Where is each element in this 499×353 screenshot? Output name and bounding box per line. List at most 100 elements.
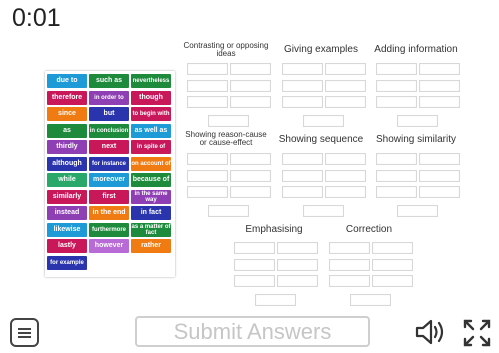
drop-slot[interactable] [397,114,438,127]
sound-icon[interactable] [414,318,446,346]
drop-slot[interactable] [419,186,460,198]
drop-slot[interactable] [208,204,249,217]
word-tile[interactable]: on account of [131,156,171,171]
word-tile[interactable]: likewise [47,222,87,237]
drop-slot[interactable] [325,169,366,182]
word-tile[interactable]: in the end [89,206,129,220]
drop-slot[interactable] [277,242,318,254]
word-tile[interactable]: similarly [47,189,87,204]
drop-slot[interactable] [376,153,417,165]
word-tile[interactable]: for instance [89,156,129,171]
drop-slot[interactable] [419,96,460,108]
drop-slot[interactable] [187,186,228,198]
word-tile[interactable]: for example [47,255,87,270]
menu-button[interactable] [10,318,39,347]
word-tile[interactable]: therefore [47,90,87,105]
drop-slot[interactable] [208,114,249,127]
drop-slot[interactable] [187,79,228,92]
word-tile[interactable]: although [47,156,87,171]
drop-slot[interactable] [282,63,323,75]
drop-slot[interactable] [325,153,366,165]
drop-slot[interactable] [325,63,366,75]
drop-slot[interactable] [325,186,366,198]
drop-slot[interactable] [187,96,228,108]
word-tile[interactable]: thirdly [47,140,87,154]
drop-slot[interactable] [325,96,366,108]
drop-slot[interactable] [187,153,228,165]
word-tile[interactable]: next [89,140,129,154]
drop-slot[interactable] [187,63,228,75]
drop-slot[interactable] [277,275,318,287]
word-tile[interactable]: first [89,189,129,204]
drop-slot[interactable] [282,96,323,108]
word-tile[interactable]: in fact [131,206,171,220]
word-tile[interactable]: in order to [89,90,129,105]
drop-slot[interactable] [419,79,460,92]
word-tile[interactable]: because of [131,173,171,187]
drop-slot[interactable] [329,242,370,254]
menu-icon-line [18,332,31,334]
drop-slot[interactable] [376,79,417,92]
word-tile[interactable]: but [89,107,129,121]
drop-slot[interactable] [303,204,344,217]
drop-slot[interactable] [187,169,228,182]
drop-slot[interactable] [376,186,417,198]
word-tile[interactable]: such as [89,74,129,88]
drop-slot[interactable] [234,275,275,287]
drop-slot[interactable] [329,258,370,271]
fullscreen-icon[interactable] [462,318,492,348]
category-title: Adding information [374,44,458,55]
drop-slot[interactable] [282,153,323,165]
drop-slot[interactable] [329,275,370,287]
word-tile[interactable]: to begin with [131,107,171,121]
drop-slot[interactable] [397,204,438,217]
word-tile[interactable]: moreover [89,173,129,187]
drop-slot[interactable] [230,186,271,198]
word-tile[interactable]: as [47,123,87,138]
drop-slot[interactable] [376,96,417,108]
word-tile[interactable]: however [89,239,129,253]
drop-slot[interactable] [277,258,318,271]
drop-slot[interactable] [376,63,417,75]
drop-slot[interactable] [230,153,271,165]
word-tile[interactable]: though [131,90,171,105]
category-title: Contrasting or opposing ideas [183,41,269,58]
category-title: Showing similarity [375,134,457,145]
word-tile[interactable]: rather [131,239,171,253]
drop-slot[interactable] [325,79,366,92]
word-tile[interactable]: in conclusion [89,123,129,138]
drop-slot[interactable] [255,293,296,306]
drop-slot[interactable] [372,242,413,254]
word-tile[interactable]: lastly [47,239,87,253]
word-tile[interactable]: since [47,107,87,121]
drop-slot[interactable] [230,96,271,108]
drop-slot[interactable] [419,63,460,75]
category-title: Showing reason-cause or cause-effect [185,130,267,147]
word-tile[interactable]: as well as [131,123,171,138]
drop-slot[interactable] [230,63,271,75]
word-tile[interactable]: in the same way [131,189,171,204]
drop-slot[interactable] [234,258,275,271]
drop-slot[interactable] [282,169,323,182]
drop-slot[interactable] [230,169,271,182]
word-tile[interactable]: while [47,173,87,187]
submit-answers-button[interactable]: Submit Answers [135,316,370,347]
drop-slot[interactable] [282,79,323,92]
word-tile[interactable]: instead [47,206,87,220]
drop-slot[interactable] [234,242,275,254]
drop-slot[interactable] [419,153,460,165]
drop-slot[interactable] [350,293,391,306]
drop-slot[interactable] [419,169,460,182]
drop-slot[interactable] [282,186,323,198]
word-tile[interactable]: as a matter of fact [131,222,171,237]
category-title: Correction [345,224,393,235]
word-tile[interactable]: nevertheless [131,74,171,88]
word-tile[interactable]: furthermore [89,222,129,237]
drop-slot[interactable] [230,79,271,92]
drop-slot[interactable] [372,258,413,271]
drop-slot[interactable] [372,275,413,287]
word-tile[interactable]: due to [47,74,87,88]
word-tile[interactable]: in spite of [131,140,171,154]
drop-slot[interactable] [376,169,417,182]
drop-slot[interactable] [303,114,344,127]
